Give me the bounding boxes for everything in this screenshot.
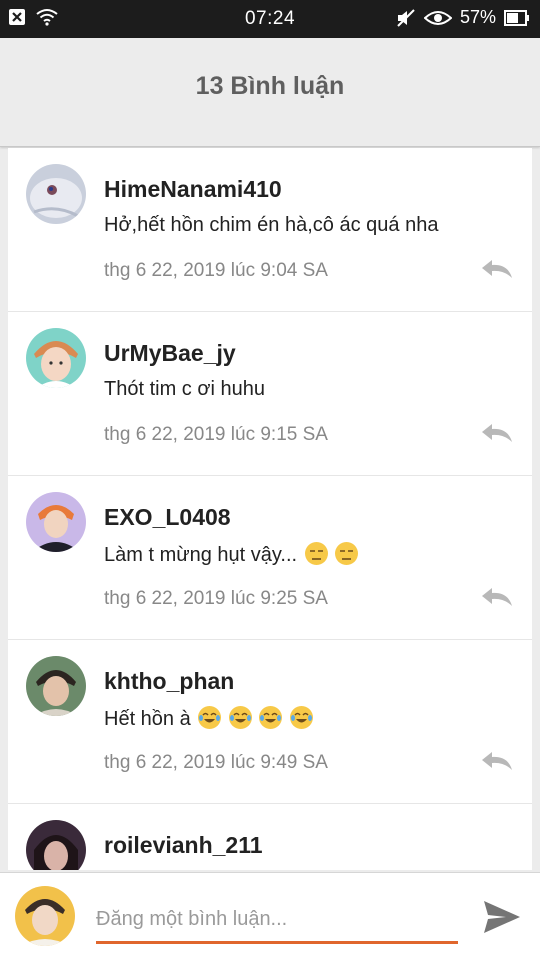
status-bar: 07:24 57% [0,0,540,38]
comment-item[interactable]: roilevianh_211 [8,804,532,870]
comment-timestamp: thg 6 22, 2019 lúc 9:15 SA [104,424,328,445]
eye-icon [423,10,452,25]
comment-username[interactable]: roilevianh_211 [104,832,263,859]
battery-icon [504,9,529,26]
tears-of-joy-emoji-icon [198,706,222,729]
comment-item[interactable]: EXO_L0408 Làm t mừng hụt vậy... thg 6 22… [8,476,532,640]
comment-username[interactable]: khtho_phan [104,668,234,695]
battery-percent: 57% [459,7,496,27]
comment-item[interactable]: UrMyBae_jy Thót tim c ơi huhu thg 6 22, … [8,312,532,476]
comment-text: Hết hồn à [104,706,313,731]
comment-item[interactable]: khtho_phan Hết hồn à thg 6 22, 2019 lúc … [8,640,532,804]
current-user-avatar [15,886,75,946]
comment-timestamp: thg 6 22, 2019 lúc 9:49 SA [104,752,328,773]
avatar[interactable] [26,820,86,870]
comment-composer [0,872,540,961]
mute-icon [397,8,415,27]
unamused-emoji-icon [335,542,359,565]
comment-item[interactable]: HimeNanami410 Hở,hết hồn chim én hà,cô á… [8,148,532,312]
comment-text-body: Hết hồn à [104,708,191,730]
app-header: 13 Bình luận [0,38,540,147]
comment-text: Làm t mừng hụt vậy... [104,542,359,567]
comment-timestamp: thg 6 22, 2019 lúc 9:25 SA [104,588,328,609]
comment-timestamp: thg 6 22, 2019 lúc 9:04 SA [104,260,328,281]
comment-username[interactable]: EXO_L0408 [104,504,231,531]
comment-list[interactable]: HimeNanami410 Hở,hết hồn chim én hà,cô á… [8,148,532,870]
comment-username[interactable]: HimeNanami410 [104,176,282,203]
tears-of-joy-emoji-icon [228,706,252,729]
comment-text: Thót tim c ơi huhu [104,378,265,400]
reply-icon[interactable] [480,586,514,608]
reply-icon[interactable] [480,258,514,280]
comment-username[interactable]: UrMyBae_jy [104,340,236,367]
tears-of-joy-emoji-icon [289,706,313,729]
comment-input[interactable] [96,897,458,944]
send-icon[interactable] [482,897,522,937]
avatar[interactable] [26,656,86,716]
unamused-emoji-icon [304,542,328,565]
reply-icon[interactable] [480,422,514,444]
reply-icon[interactable] [480,750,514,772]
status-right: 57% [396,7,530,28]
avatar[interactable] [26,328,86,388]
comment-text: Hở,hết hồn chim én hà,cô ác quá nha [104,214,439,236]
avatar[interactable] [26,492,86,552]
avatar[interactable] [26,164,86,224]
page-title: 13 Bình luận [195,72,345,100]
comment-text-body: Làm t mừng hụt vậy... [104,544,298,566]
tears-of-joy-emoji-icon [259,706,283,729]
